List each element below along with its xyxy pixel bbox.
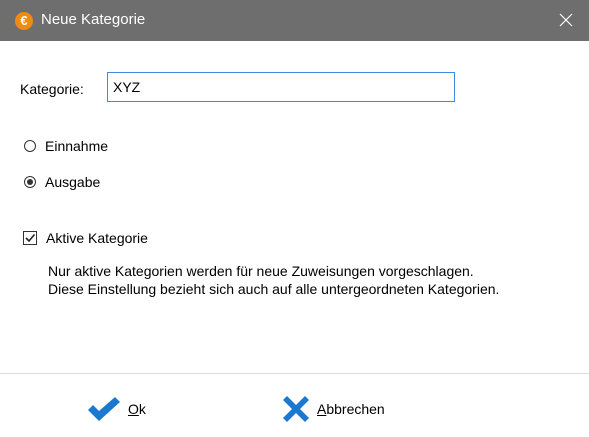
checkmark-icon — [25, 233, 36, 243]
radio-einnahme[interactable]: Einnahme — [24, 137, 108, 155]
new-category-dialog: € Neue Kategorie Kategorie: Einnahme Aus… — [0, 0, 589, 437]
active-category-checkbox[interactable] — [23, 231, 37, 245]
radio-label-einnahme: Einnahme — [45, 138, 109, 154]
radio-button-einnahme[interactable] — [24, 140, 36, 152]
radio-label-ausgabe: Ausgabe — [45, 174, 101, 190]
category-name-input[interactable] — [107, 72, 455, 102]
cross-icon — [283, 396, 309, 422]
hint-line-2: Diese Einstellung bezieht sich auch auf … — [48, 281, 500, 297]
category-label: Kategorie: — [20, 81, 84, 97]
ok-button-label: Ok — [128, 401, 146, 417]
title-bar: € Neue Kategorie — [0, 0, 589, 41]
footer-divider — [0, 373, 589, 374]
active-category-label: Aktive Kategorie — [46, 230, 148, 246]
close-button[interactable] — [543, 0, 589, 41]
active-category-checkbox-row[interactable]: Aktive Kategorie — [23, 229, 148, 247]
hint-line-1: Nur aktive Kategorien werden für neue Zu… — [48, 263, 474, 279]
window-title: Neue Kategorie — [41, 11, 146, 28]
radio-button-ausgabe[interactable] — [24, 176, 36, 188]
close-icon — [559, 13, 573, 27]
radio-ausgabe[interactable]: Ausgabe — [24, 173, 100, 191]
ok-button[interactable]: Ok — [86, 393, 146, 425]
cancel-button-label: Abbrechen — [317, 401, 385, 417]
active-category-hint: Nur aktive Kategorien werden für neue Zu… — [48, 262, 499, 298]
cancel-button[interactable]: Abbrechen — [281, 393, 385, 425]
euro-icon: € — [15, 12, 33, 30]
checkmark-icon — [88, 397, 120, 421]
